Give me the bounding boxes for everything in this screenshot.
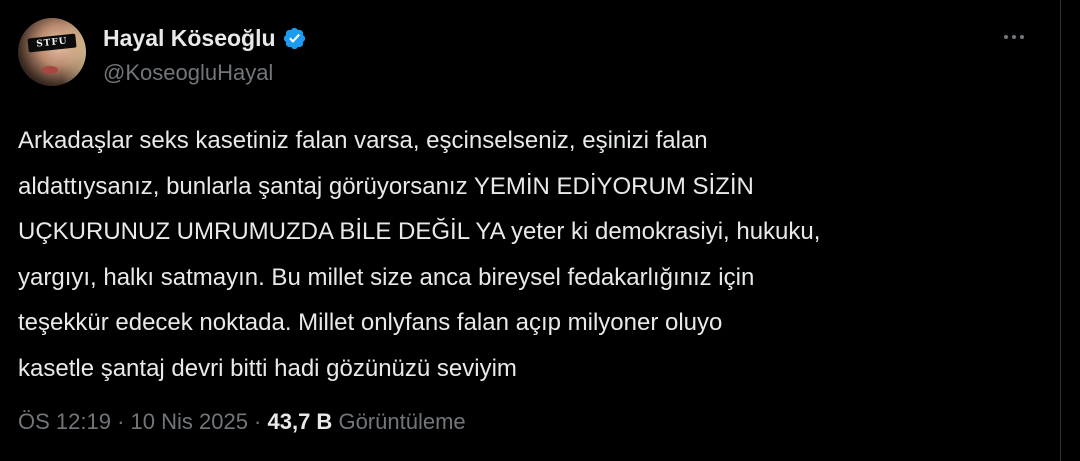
tweet-text-line: yargıyı, halkı satmayın. Bu millet size … [18,263,755,291]
column-divider [1060,0,1061,461]
more-dot [1012,35,1016,39]
avatar[interactable]: STFU [18,18,86,86]
tweet-text-line: kasetle şantaj devri bitti hadi gözünüzü… [18,354,517,382]
avatar-hair [62,18,86,86]
verified-badge-icon[interactable] [282,26,307,51]
meta-separator: · [247,409,268,434]
tweet-text-line: aldattıysanız, bunlarla şantaj görüyorsa… [18,172,754,200]
avatar-lips [42,66,58,74]
more-dot [1020,35,1024,39]
tweet-date[interactable]: 10 Nis 2025 [131,409,248,434]
author-handle[interactable]: @KoseogluHayal [103,58,273,88]
author-display-name[interactable]: Hayal Köseoğlu [103,22,276,54]
tweet-text-line: teşekkür edecek noktada. Millet onlyfans… [18,309,723,336]
tweet-text: Arkadaşlar seks kasetiniz falan varsa, e… [18,118,1048,391]
more-dot [1004,35,1008,39]
meta-separator: · [110,409,131,434]
tweet-card: STFU Hayal Köseoğlu @KoseogluHayal Arkad… [0,0,1060,461]
tweet-text-line: UÇKURUNUZ UMRUMUZDA BİLE DEĞİL YA yeter … [18,218,821,245]
tweet-meta: ÖS 12:19 · 10 Nis 2025 · 43,7 B Görüntül… [18,405,466,439]
tweet-text-line: Arkadaşlar seks kasetiniz falan varsa, e… [18,127,708,154]
views-label: Görüntüleme [338,409,466,434]
more-horizontal-icon[interactable] [996,26,1032,48]
author-name-row: Hayal Köseoğlu [103,22,307,54]
views-count[interactable]: 43,7 B [268,409,333,434]
tweet-time[interactable]: ÖS 12:19 [18,409,111,434]
